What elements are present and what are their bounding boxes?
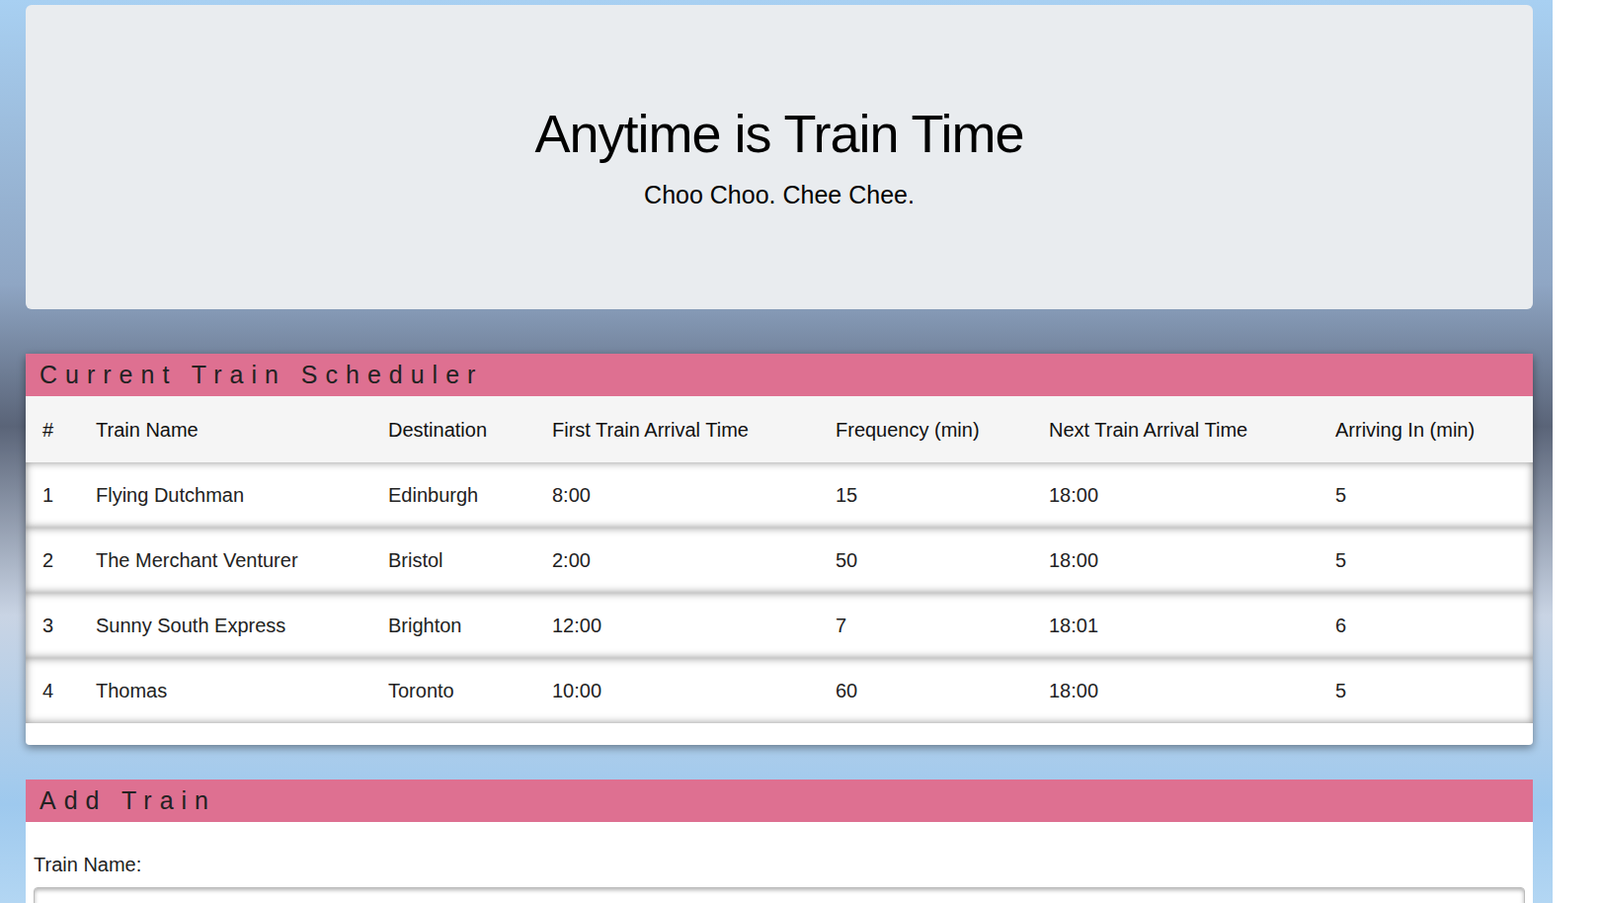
table-cell: 7 [835,610,1049,640]
table-cell: 5 [1335,675,1533,706]
add-train-card: Add Train Train Name: [25,779,1533,903]
table-cell: Thomas [95,675,389,706]
field-label: Train Name: [33,849,1525,880]
page-subtitle: Choo Choo. Chee Chee. [643,176,915,215]
table-cell: Sunny South Express [95,610,389,640]
table-row[interactable]: 1Flying DutchmanEdinburgh8:001518:005 [25,462,1533,528]
column-header: Frequency (min) [835,414,1049,445]
table-cell: 8:00 [552,480,836,510]
table-header: #Train NameDestinationFirst Train Arriva… [25,396,1533,463]
jumbotron: Anytime is Train Time Choo Choo. Chee Che… [25,4,1533,310]
table-cell: 50 [835,545,1049,575]
table-cell: Flying Dutchman [95,480,389,510]
table-cell: 60 [835,675,1049,706]
table-row[interactable]: 3Sunny South ExpressBrighton12:00718:016 [25,592,1533,658]
column-header: # [42,414,96,445]
table-cell: 2 [42,545,96,575]
background: Anytime is Train Time Choo Choo. Chee Che… [0,0,1553,903]
add-train-header: Add Train [25,779,1533,822]
table-row[interactable]: 2The Merchant VenturerBristol2:005018:00… [25,527,1533,593]
table-row[interactable]: 4ThomasToronto10:006018:005 [25,657,1533,723]
page: Anytime is Train Time Choo Choo. Chee Che… [0,0,1600,903]
form-field: Train Name: [25,821,1533,903]
table-cell: Toronto [388,675,553,706]
column-header: First Train Arrival Time [552,414,836,445]
table-cell: 2:00 [552,545,836,575]
table-cell: 18:00 [1048,545,1336,575]
table-cell: 18:00 [1048,675,1336,706]
table-cell: Edinburgh [388,480,553,510]
column-header: Next Train Arrival Time [1048,414,1336,445]
table-cell: The Merchant Venturer [95,545,389,575]
table-cell: 3 [42,610,96,640]
table-cell: 5 [1335,480,1533,510]
table-cell: 4 [42,675,96,706]
table-cell: 12:00 [552,610,836,640]
table-cell: 10:00 [552,675,836,706]
table-cell: 18:01 [1048,610,1336,640]
table-cell: Brighton [388,610,553,640]
table-cell: 6 [1335,610,1533,640]
page-title: Anytime is Train Time [534,100,1024,168]
schedule-card: Current Train Scheduler#Train NameDestin… [25,353,1533,745]
column-header: Destination [388,414,553,445]
table-cell: 15 [835,480,1049,510]
table-cell: 5 [1335,545,1533,575]
schedule-header: Current Train Scheduler [25,353,1533,397]
train-name-input[interactable] [33,886,1525,903]
table-cell: Bristol [388,545,553,575]
column-header: Arriving In (min) [1335,414,1533,445]
table-cell: 18:00 [1048,480,1336,510]
table-cell: 1 [42,480,96,510]
column-header: Train Name [95,414,389,445]
